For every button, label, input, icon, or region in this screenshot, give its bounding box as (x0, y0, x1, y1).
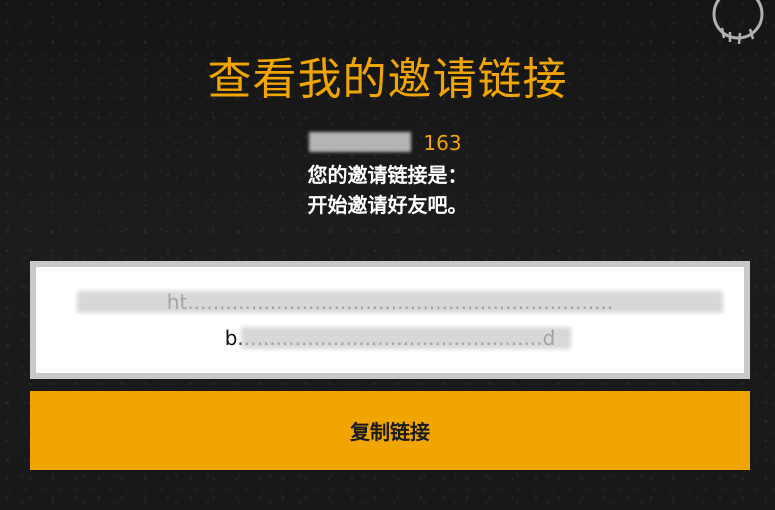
redaction-blur-line-1 (77, 291, 723, 313)
redaction-mask (309, 132, 412, 152)
redaction-blur-line-2 (241, 327, 571, 349)
invite-prompt: 开始邀请好友吧。 (307, 193, 468, 217)
invite-link-heading: 您的邀请链接是： (307, 163, 468, 187)
page-title: 查看我的邀请链接 (207, 54, 568, 105)
copy-link-label: 复制链接 (350, 420, 430, 444)
invite-link-text-container: ht......................................… (55, 284, 725, 356)
graffiti-skull-icon (712, 0, 764, 44)
copy-link-button[interactable]: 复制链接 (30, 391, 750, 470)
username-row: 163 (0, 128, 775, 158)
invite-info: 您的邀请链接是： 开始邀请好友吧。 (0, 160, 775, 220)
username: 163 (309, 128, 462, 158)
invite-link-box[interactable]: ht......................................… (30, 261, 750, 379)
